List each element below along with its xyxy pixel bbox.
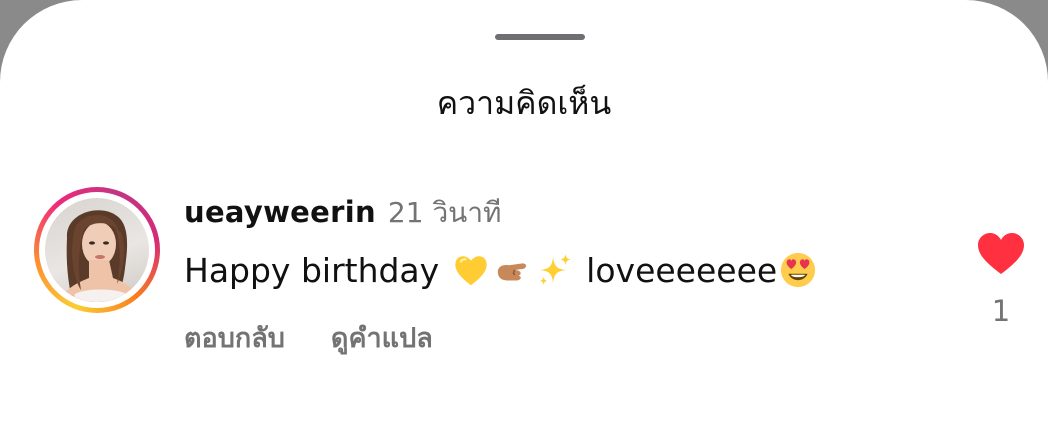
avatar[interactable] — [45, 198, 149, 302]
heart-icon[interactable] — [976, 232, 1026, 276]
comment-item: ueayweerin 21 วินาที Happy birthday lovee… — [184, 190, 944, 359]
comment-text-part1: Happy birthday — [184, 250, 450, 290]
comment-text-part2: loveeeeeee — [575, 250, 778, 290]
like-area: 1 — [972, 232, 1030, 342]
drag-handle[interactable] — [495, 34, 585, 40]
pinching-hand-emoji — [497, 263, 526, 281]
like-count: 1 — [991, 294, 1011, 328]
reply-button[interactable]: ตอบกลับ — [184, 323, 285, 354]
comments-sheet: ความคิดเห็น ueayweerin 21 วินาที Happy b… — [0, 0, 1048, 424]
heart-eyes-emoji — [781, 252, 816, 288]
comment-timestamp: 21 วินาที — [387, 196, 502, 229]
see-translation-button[interactable]: ดูคำแปล — [331, 323, 433, 354]
avatar-story-ring[interactable] — [34, 187, 160, 313]
yellow-heart-emoji — [455, 256, 487, 286]
comment-text: Happy birthday loveeeeeee — [184, 248, 944, 292]
comment-username[interactable]: ueayweerin — [184, 195, 376, 229]
page-title: ความคิดเห็น — [436, 84, 612, 122]
sparkles-emoji — [539, 253, 571, 286]
